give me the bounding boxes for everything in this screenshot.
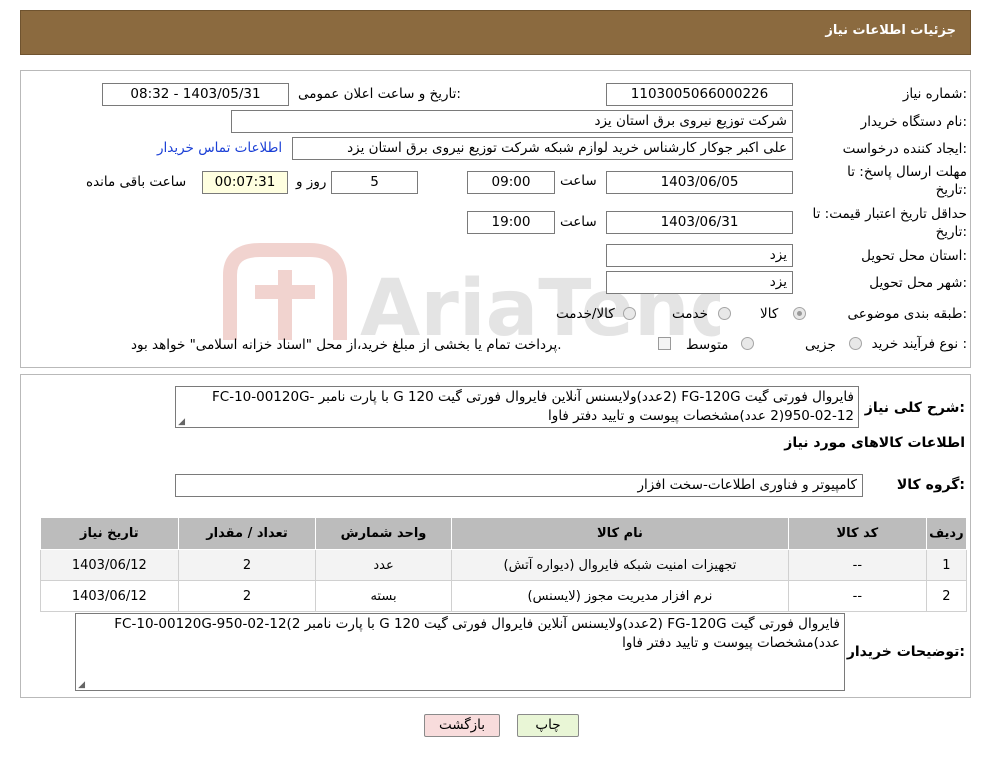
requester-label: ایجاد کننده درخواست: (842, 141, 967, 157)
announce-date-label: تاریخ و ساعت اعلان عمومی: (298, 86, 461, 102)
cell-unit: عدد (315, 549, 452, 581)
need-number-label: شماره نیاز: (902, 86, 967, 102)
need-summary-line2: 950-02-12(2 عدد)مشخصات پیوست و تایید دفت… (548, 408, 854, 424)
process-radio-minor[interactable] (849, 337, 862, 350)
table-row: 2 -- نرم افزار مدیریت مجوز (لایسنس) بسته… (40, 580, 968, 612)
validity-time-label: ساعت (560, 214, 597, 230)
buyer-org-field: شرکت توزیع نیروی برق استان یزد (231, 110, 793, 133)
cell-date: 1403/06/12 (40, 580, 179, 612)
category-option-service: خدمت (672, 306, 708, 322)
back-button[interactable]: بازگشت (424, 714, 500, 737)
col-header-date: تاریخ نیاز (40, 517, 179, 550)
city-label: شهر محل تحویل: (869, 275, 967, 291)
process-option-minor: جزیی (805, 337, 836, 353)
buyer-org-label: نام دستگاه خریدار: (860, 114, 967, 130)
announce-date-field: 1403/05/31 - 08:32 (102, 83, 289, 106)
goods-group-label: گروه کالا: (896, 477, 965, 493)
days-remaining-field: 5 (331, 171, 418, 194)
time-remaining-label: ساعت باقی مانده (86, 174, 187, 190)
category-radio-goods[interactable] (793, 307, 806, 320)
cell-unit: بسته (315, 580, 452, 612)
deadline-label-date: تاریخ: (935, 182, 967, 198)
province-label: استان محل تحویل: (861, 248, 967, 264)
need-summary-textarea: فایروال فورتی گیت FG-120G (2عدد)ولایسنس … (175, 386, 859, 428)
resize-grip-icon[interactable]: ◢ (177, 418, 185, 427)
cell-name: نرم افزار مدیریت مجوز (لایسنس) (450, 580, 790, 612)
goods-group-field: کامپیوتر و فناوری اطلاعات-سخت افزار (175, 474, 863, 497)
buyer-notes-line2: عدد)مشخصات پیوست و تایید دفتر فاوا (622, 635, 840, 651)
resize-grip-icon[interactable]: ◢ (77, 681, 85, 690)
deadline-time-label: ساعت (560, 173, 597, 189)
category-option-goods: کالا (760, 306, 779, 322)
payment-note: پرداخت تمام یا بخشی از مبلغ خرید،از محل … (131, 337, 562, 353)
days-label: روز و (296, 174, 327, 190)
need-summary-line1: فایروال فورتی گیت FG-120G (2عدد)ولایسنس … (212, 389, 854, 405)
validity-label: حداقل تاریخ اعتبار قیمت: تا (812, 206, 967, 222)
buyer-notes-label: توضیحات خریدار: (846, 644, 965, 660)
buyer-notes-textarea: فایروال فورتی گیت FG-120G (2عدد)ولایسنس … (75, 613, 845, 691)
treasury-checkbox[interactable] (658, 337, 671, 350)
deadline-date-field: 1403/06/05 (606, 171, 793, 194)
cell-row: 2 (925, 580, 968, 612)
col-header-qty: تعداد / مقدار (177, 517, 317, 550)
cell-row: 1 (925, 549, 968, 581)
col-header-row: ردیف (925, 517, 968, 550)
buyer-contact-link[interactable]: اطلاعات تماس خریدار (157, 140, 282, 156)
cell-code: -- (788, 580, 927, 612)
buyer-notes-line1: فایروال فورتی گیت FG-120G (2عدد)ولایسنس … (114, 616, 840, 632)
page-title: جزئیات اطلاعات نیاز (825, 23, 956, 38)
deadline-label: مهلت ارسال پاسخ: تا (847, 164, 967, 180)
validity-time-field: 19:00 (467, 211, 555, 234)
table-row: 1 -- تجهیزات امنیت شبکه فایروال (دیواره … (40, 549, 968, 581)
validity-date-field: 1403/06/31 (606, 211, 793, 234)
time-remaining-field: 00:07:31 (202, 171, 288, 194)
province-field: یزد (606, 244, 793, 267)
col-header-unit: واحد شمارش (315, 517, 452, 550)
col-header-name: نام کالا (450, 517, 790, 550)
process-radio-medium[interactable] (741, 337, 754, 350)
category-label: طبقه بندی موضوعی: (847, 306, 967, 322)
cell-name: تجهیزات امنیت شبکه فایروال (دیواره آتش) (450, 549, 790, 581)
category-radio-goods-service[interactable] (623, 307, 636, 320)
cell-code: -- (788, 549, 927, 581)
cell-qty: 2 (177, 580, 317, 612)
need-number-field: 1103005066000226 (606, 83, 793, 106)
col-header-code: کد کالا (788, 517, 927, 550)
category-radio-service[interactable] (718, 307, 731, 320)
cell-date: 1403/06/12 (40, 549, 179, 581)
city-field: یزد (606, 271, 793, 294)
need-summary-label: شرح کلی نیاز: (864, 400, 965, 416)
process-label: نوع فرآیند خرید : (871, 336, 967, 352)
print-button[interactable]: چاپ (517, 714, 579, 737)
goods-table: ردیف کد کالا نام کالا واحد شمارش تعداد /… (40, 517, 968, 612)
deadline-time-field: 09:00 (467, 171, 555, 194)
category-option-goods-service: کالا/خدمت (556, 306, 615, 322)
goods-info-title: اطلاعات کالاهای مورد نیاز (784, 435, 965, 451)
cell-qty: 2 (177, 549, 317, 581)
requester-field: علی اکبر جوکار کارشناس خرید لوازم شبکه ش… (292, 137, 793, 160)
process-option-medium: متوسط (686, 337, 729, 353)
page-header: جزئیات اطلاعات نیاز (20, 10, 971, 55)
validity-label-date: تاریخ: (935, 224, 967, 240)
